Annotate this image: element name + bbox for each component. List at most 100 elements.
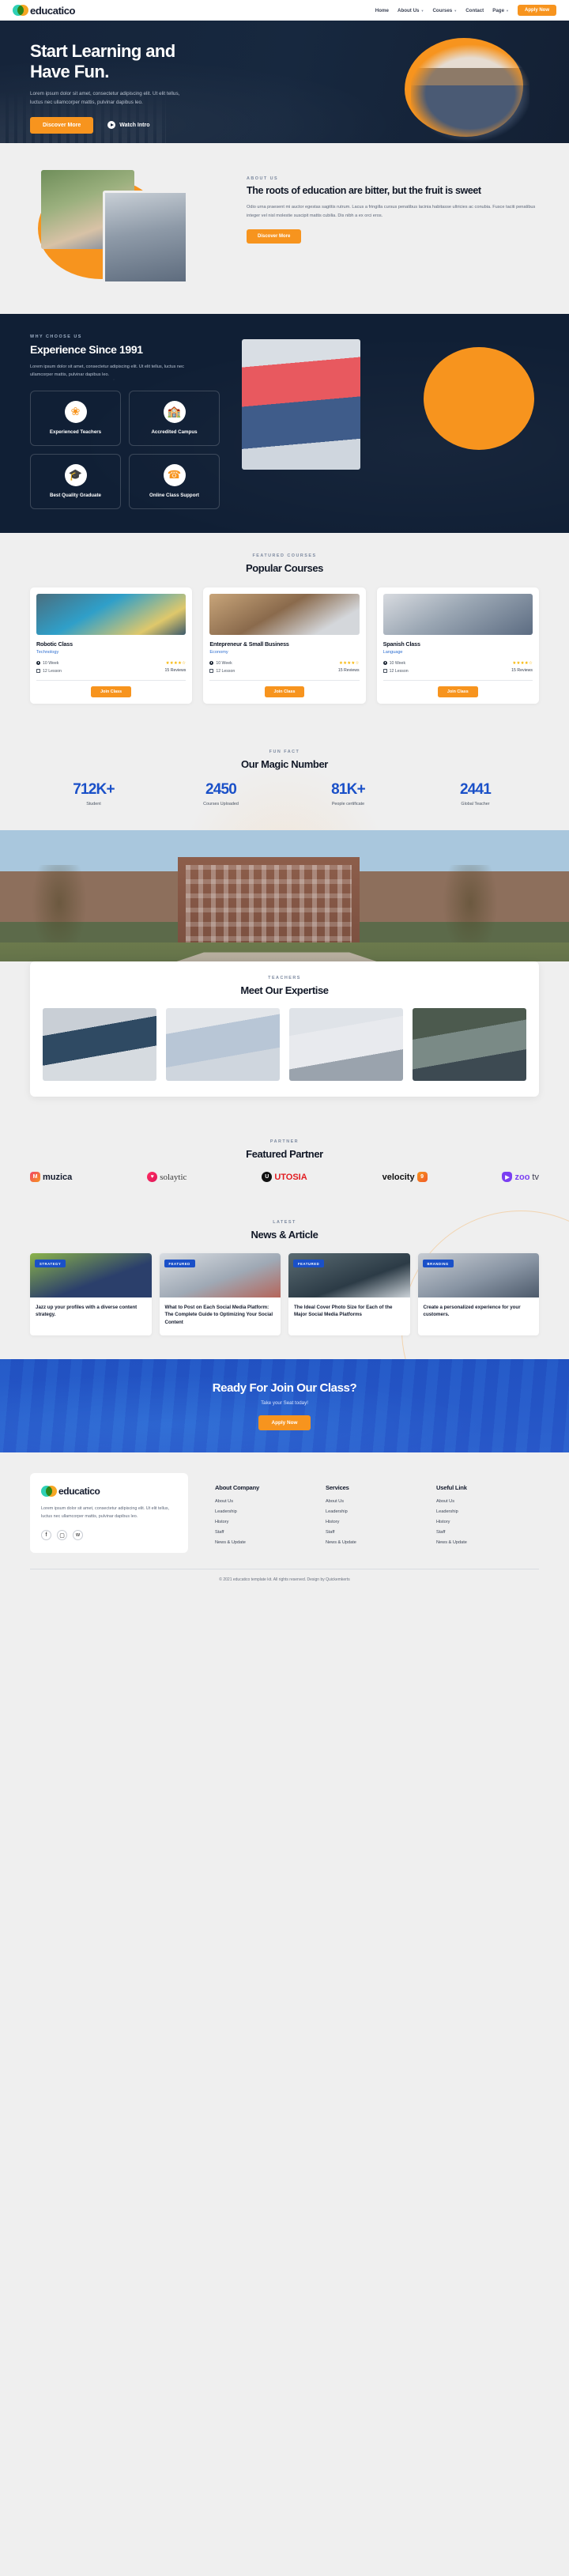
nav-item-page[interactable]: Page ▼ <box>492 8 509 13</box>
library-icon: LIBRARY <box>74 142 98 143</box>
watch-intro-button[interactable]: Watch Intro <box>107 121 150 130</box>
footer-link[interactable]: History <box>326 1520 428 1524</box>
nav-label: About Us <box>398 7 420 13</box>
sports-icon: SPORTS <box>119 142 142 143</box>
chevron-down-icon: ▼ <box>454 8 458 13</box>
hero-paragraph: Lorem ipsum dolor sit amet, consectetur … <box>30 90 180 105</box>
partner-logo-solaytic[interactable]: ♥ solaytic <box>147 1172 187 1183</box>
partner-name-suffix: tv <box>532 1172 539 1182</box>
partners-title: Featured Partner <box>246 1148 323 1161</box>
play-tv-icon: ▶ <box>502 1172 513 1183</box>
news-card[interactable]: FEATURED What to Post on Each Social Med… <box>159 1253 281 1335</box>
about-images <box>30 164 228 290</box>
footer-link[interactable]: Leadership <box>436 1509 539 1514</box>
rating-stars: ★★★★☆ <box>165 660 187 666</box>
teacher-photo[interactable] <box>289 1008 403 1082</box>
footer-logo[interactable]: educatico <box>41 1485 177 1497</box>
course-duration: 10 Week <box>43 660 59 666</box>
apply-now-button[interactable]: Apply Now <box>518 5 556 16</box>
partner-name: muzica <box>43 1172 73 1182</box>
stat-grid: 712K+ Student 2450 Courses Uploaded 81K+… <box>30 781 539 806</box>
nav-item-home[interactable]: Home <box>375 8 389 13</box>
stat-label: People certificate <box>331 802 365 807</box>
nav-item-contact[interactable]: Contact <box>465 8 484 13</box>
footer-link[interactable]: Leadership <box>326 1509 428 1514</box>
partner-name: solaytic <box>160 1172 187 1182</box>
partner-logo-velocity[interactable]: velocity 9 <box>382 1172 428 1183</box>
stat-item: 81K+ People certificate <box>284 781 412 806</box>
course-lessons: 12 Lesson <box>216 668 236 674</box>
brand-logo[interactable]: educatico <box>13 5 75 17</box>
cta-apply-now-button[interactable]: Apply Now <box>258 1415 311 1430</box>
news-card[interactable]: STRATEGY Jazz up your profiles with a di… <box>30 1253 152 1335</box>
site-footer: educatico Lorem ipsum dolor sit amet, co… <box>0 1452 569 1562</box>
clock-icon <box>36 661 40 666</box>
discover-more-button[interactable]: Discover More <box>30 116 94 134</box>
footer-link[interactable]: Staff <box>436 1530 539 1535</box>
about-content: ABOUT US The roots of education are bitt… <box>247 164 539 244</box>
footer-link[interactable]: News & Update <box>436 1540 539 1545</box>
feature-card-accredited-campus[interactable]: 🏫 Accredited Campus <box>129 390 220 446</box>
course-thumbnail <box>209 593 360 635</box>
review-count: 15 Reviews <box>337 667 360 673</box>
twitter-icon[interactable]: w <box>73 1530 83 1541</box>
clock-icon <box>382 661 387 666</box>
feature-card-best-quality-graduate[interactable]: 🎓 Best Quality Graduate <box>30 453 121 509</box>
footer-link[interactable]: History <box>215 1520 318 1524</box>
course-category: Technology <box>36 649 59 655</box>
hero-title-line2: Have Fun. <box>30 61 109 81</box>
course-card[interactable]: Robotic Class Technology 10 Week 12 Less… <box>30 587 193 704</box>
partners-section: PARTNER Featured Partner M muzica ♥ sola… <box>0 1120 569 1203</box>
footer-link[interactable]: History <box>436 1520 539 1524</box>
course-card[interactable]: Entepreneur & Small Business Economy 10 … <box>203 587 366 704</box>
campus-building-icon: 🏫 <box>163 400 186 423</box>
partner-logo-utosia[interactable]: U UTOSIA <box>262 1172 307 1183</box>
footer-link[interactable]: Leadership <box>215 1509 318 1514</box>
join-class-button[interactable]: Join Class <box>91 686 132 697</box>
feature-label: Best Quality Graduate <box>50 492 101 498</box>
partner-logo-muzica[interactable]: M muzica <box>30 1172 73 1183</box>
facebook-icon[interactable]: f <box>41 1530 51 1541</box>
teachers-title: Meet Our Expertise <box>240 984 329 997</box>
join-class-button[interactable]: Join Class <box>264 686 305 697</box>
teacher-photo[interactable] <box>413 1008 526 1082</box>
footer-link[interactable]: Staff <box>326 1530 428 1535</box>
nav-item-courses[interactable]: Courses ▼ <box>432 8 457 13</box>
campus-building <box>178 857 360 953</box>
course-duration: 10 Week <box>389 660 406 666</box>
join-class-button[interactable]: Join Class <box>437 686 478 697</box>
news-headline: What to Post on Each Social Media Platfo… <box>164 1305 273 1325</box>
news-card[interactable]: BRANDING Create a personalized experienc… <box>417 1253 539 1335</box>
footer-link[interactable]: News & Update <box>326 1540 428 1545</box>
faculty-icon: FACULTY <box>30 142 54 143</box>
chevron-down-icon: ▼ <box>506 8 509 13</box>
courses-title: Popular Courses <box>245 561 324 574</box>
footer-link[interactable]: About Us <box>326 1499 428 1504</box>
courses-eyebrow: FEATURED COURSES <box>252 553 317 558</box>
footer-link[interactable]: News & Update <box>215 1540 318 1545</box>
book-icon <box>36 669 40 674</box>
teachers-eyebrow: TEACHERS <box>268 976 301 981</box>
stat-value: 2441 <box>459 781 492 799</box>
course-card[interactable]: Spanish Class Language 10 Week 12 Lesson… <box>376 587 539 704</box>
feature-card-online-class-support[interactable]: ☎ Online Class Support <box>129 453 220 509</box>
course-lessons: 12 Lesson <box>389 668 409 674</box>
partner-logo-zootv[interactable]: ▶ zoo tv <box>502 1172 539 1183</box>
nav-item-about-us[interactable]: About Us ▼ <box>398 8 424 13</box>
hero-title: Start Learning and Have Fun. <box>30 41 269 82</box>
why-paragraph: Lorem ipsum dolor sit amet, consectetur … <box>30 364 184 378</box>
footer-link[interactable]: Staff <box>215 1530 318 1535</box>
teacher-photo[interactable] <box>166 1008 280 1082</box>
footer-link[interactable]: About Us <box>436 1499 539 1504</box>
footer-bottom: © 2021 educatico template kit. All right… <box>0 1561 569 1597</box>
teacher-photo[interactable] <box>43 1008 156 1082</box>
instagram-icon[interactable]: ▢ <box>57 1530 67 1541</box>
about-eyebrow: ABOUT US <box>247 176 279 181</box>
about-discover-more-button[interactable]: Discover More <box>247 229 302 244</box>
news-headline: Create a personalized experience for you… <box>423 1305 521 1318</box>
footer-link[interactable]: About Us <box>215 1499 318 1504</box>
news-card[interactable]: FEATURED The Ideal Cover Photo Size for … <box>288 1253 410 1335</box>
feature-card-experienced-teachers[interactable]: ❀ Experienced Teachers <box>30 390 121 446</box>
partner-logos: M muzica ♥ solaytic U UTOSIA velocity 9 … <box>30 1172 539 1183</box>
news-thumbnail: BRANDING <box>417 1253 539 1298</box>
